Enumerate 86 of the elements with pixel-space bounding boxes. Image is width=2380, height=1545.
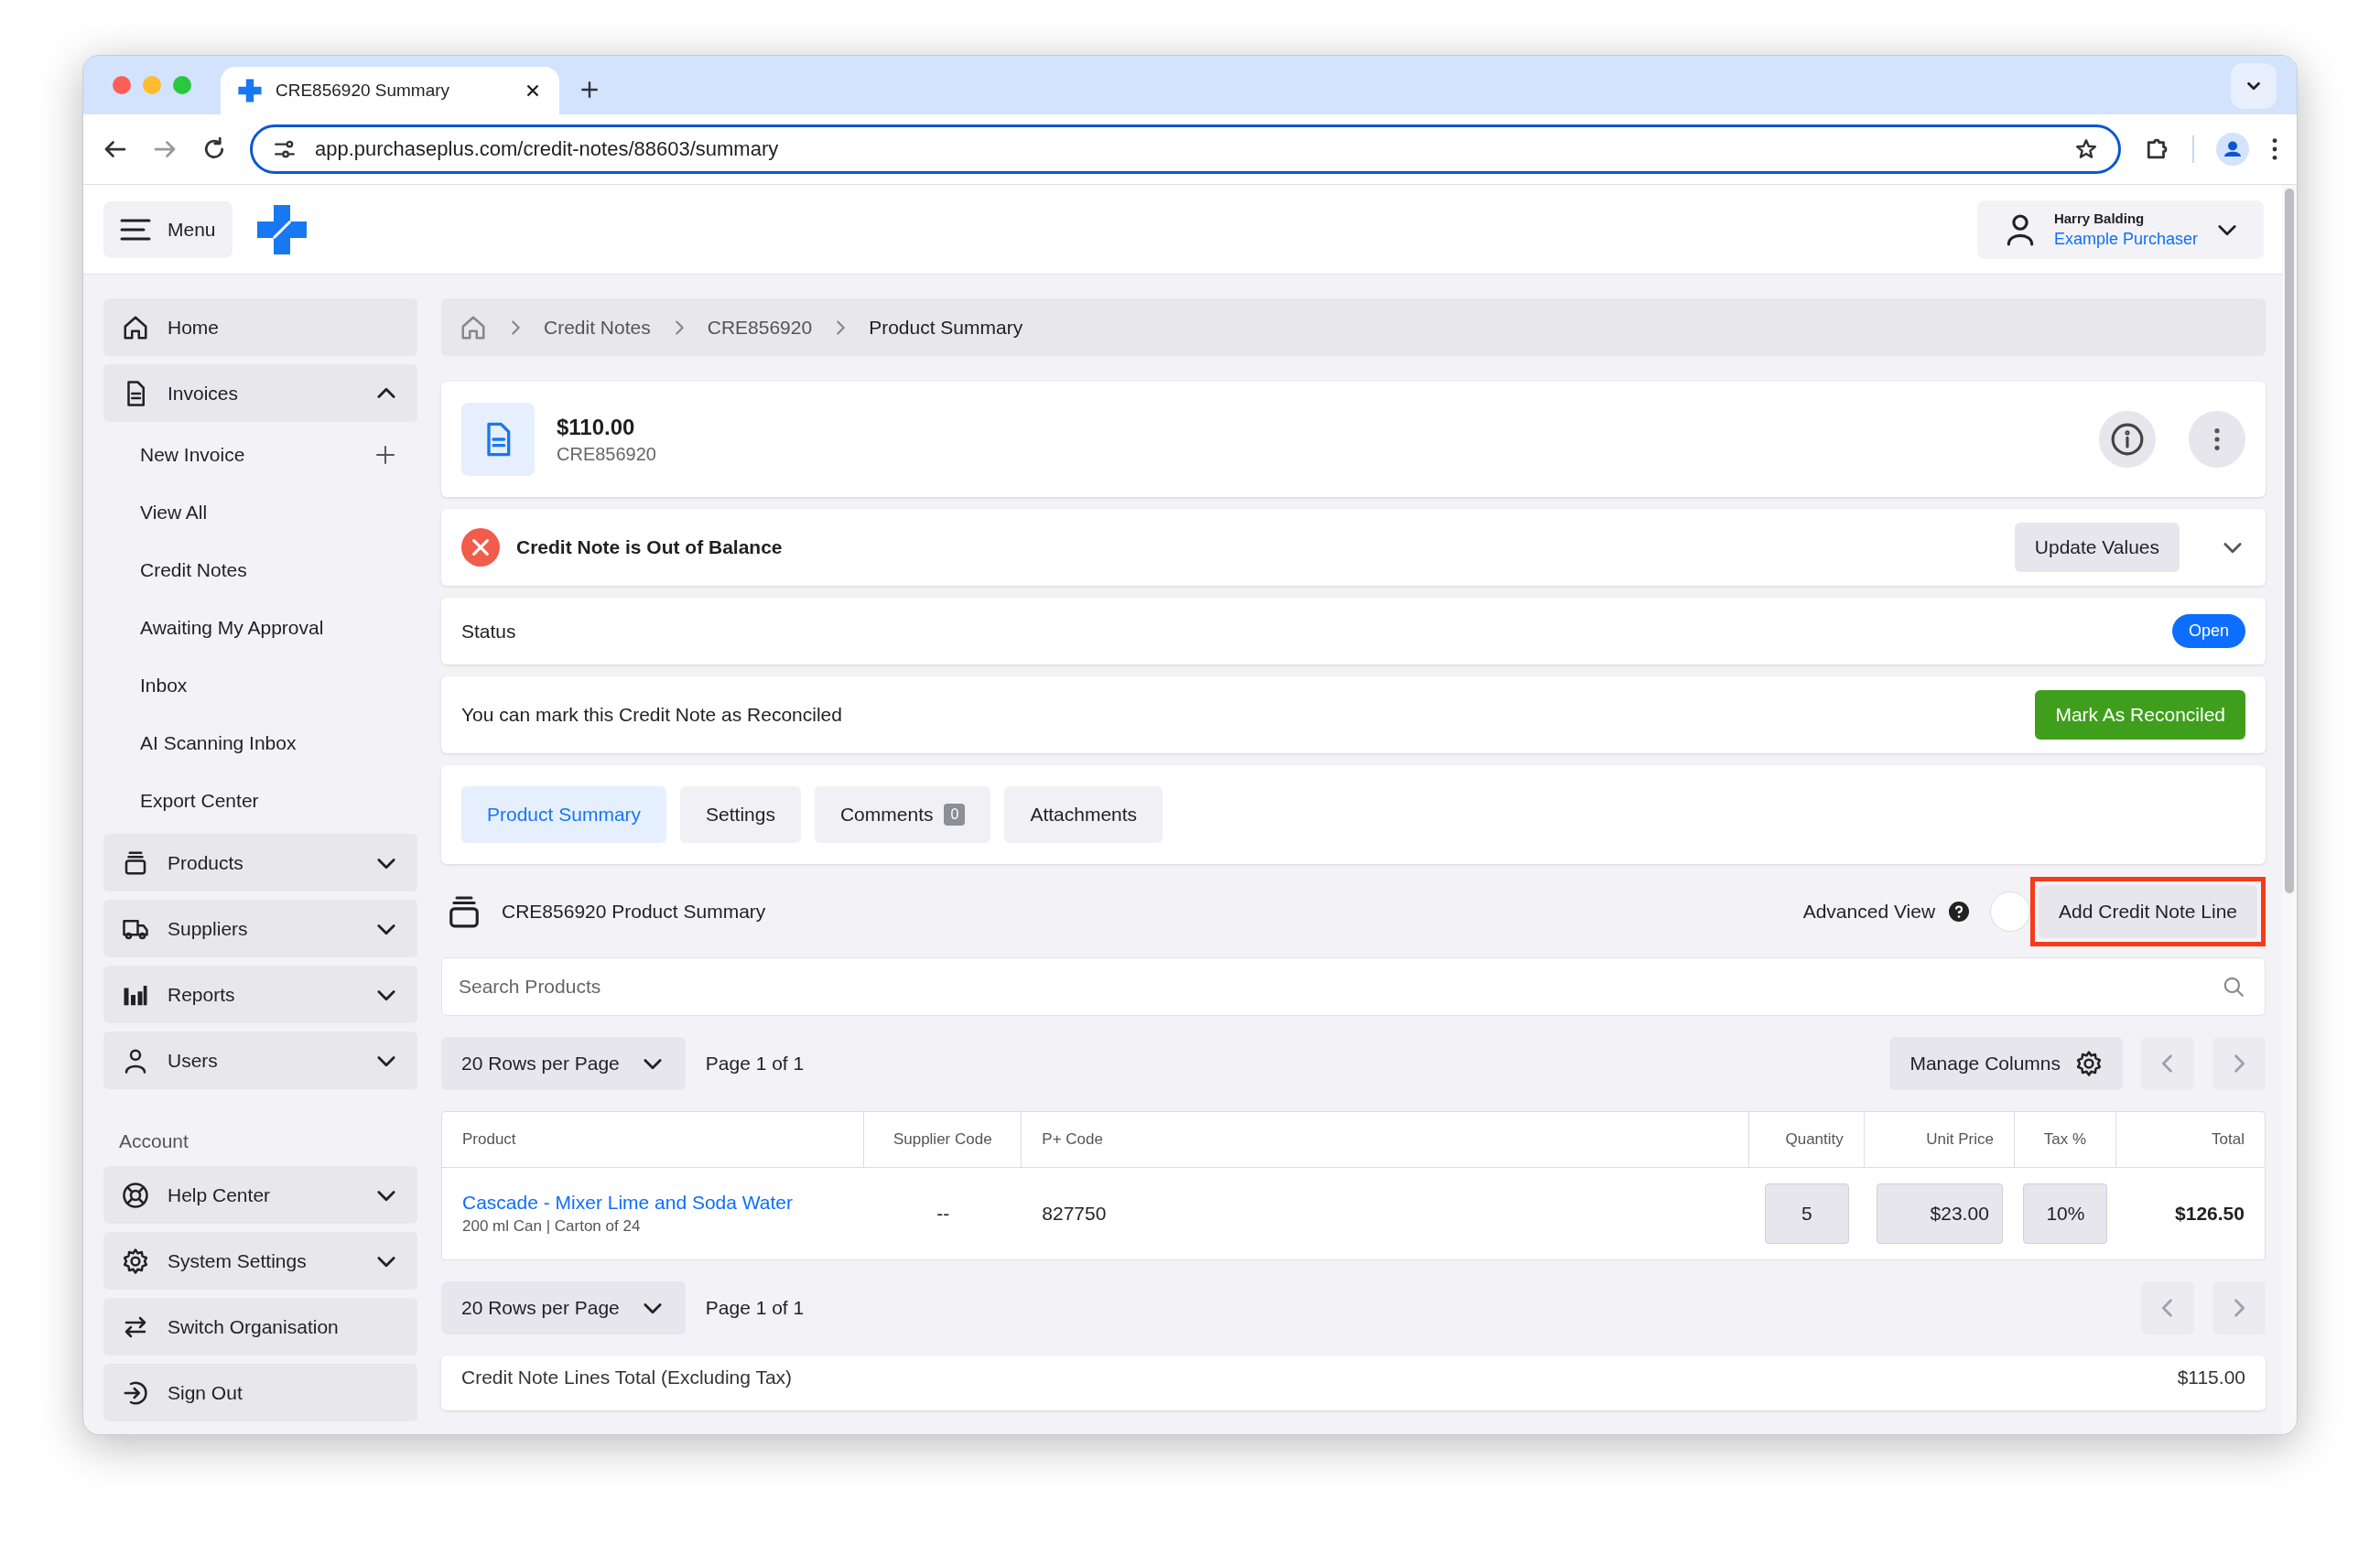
quantity-field[interactable]: 5 (1764, 1183, 1849, 1244)
stack-icon (447, 894, 481, 929)
address-bar[interactable]: app.purchaseplus.com/credit-notes/88603/summary (250, 124, 2121, 174)
column-header: Product (442, 1112, 865, 1167)
error-icon (461, 528, 500, 567)
sidebar-subitem[interactable]: View All (103, 488, 417, 537)
credit-note-code: CRE856920 (557, 443, 656, 465)
sidebar-item[interactable]: System Settings (103, 1232, 417, 1290)
credit-note-amount: $110.00 (557, 414, 636, 440)
sidebar-subitem[interactable]: AI Scanning Inbox (103, 718, 417, 768)
profile-icon[interactable] (2216, 133, 2249, 166)
advanced-view-toggle[interactable] (1990, 891, 2031, 932)
tab[interactable]: Comments 0 (814, 786, 991, 843)
totals-value: $115.00 (2177, 1367, 2245, 1388)
section-title: CRE856920 Product Summary (502, 901, 766, 923)
sidebar-item[interactable]: Home (103, 298, 417, 356)
sidebar-item[interactable]: Sign Out (103, 1364, 417, 1421)
status-badge: Open (2171, 614, 2245, 648)
settings-icon (2075, 1050, 2103, 1077)
browser-tab[interactable]: CRE856920 Summary (221, 67, 559, 114)
column-header: Quantity (1748, 1112, 1865, 1167)
sidebar-item[interactable]: Help Center (103, 1166, 417, 1224)
close-window-button[interactable] (113, 76, 131, 94)
status-label: Status (461, 620, 516, 643)
sidebar-subitem[interactable]: Credit Notes (103, 546, 417, 595)
column-header: Total (2211, 1129, 2245, 1150)
update-values-button[interactable]: Update Values (2014, 523, 2180, 572)
cross-logo-icon (237, 78, 263, 103)
sidebar-subitem[interactable]: Inbox (103, 661, 417, 710)
document-icon (461, 403, 535, 476)
column-header: P+ Code (1022, 1112, 1749, 1167)
tax-field[interactable]: 10% (2023, 1183, 2108, 1244)
search-field[interactable]: Search Products (441, 957, 2266, 1016)
settings-icon (122, 1247, 149, 1275)
sidebar-item[interactable]: Invoices (103, 364, 417, 422)
rows-per-page-dropdown[interactable]: 20 Rows per Page (441, 1037, 686, 1090)
user-role: Example Purchaser (2053, 229, 2198, 249)
sidebar-subitem[interactable]: Awaiting My Approval (103, 603, 417, 653)
add-credit-note-line-button[interactable]: Add Credit Note Line (2039, 885, 2257, 938)
user-name: Harry Balding (2053, 210, 2146, 226)
sidebar-item[interactable]: Reports (103, 966, 417, 1023)
table-cell: -- (936, 1203, 950, 1225)
more-icon (2213, 427, 2221, 452)
star-icon[interactable] (2074, 137, 2098, 161)
search-icon (2222, 975, 2245, 999)
sidebar-item[interactable]: Switch Organisation (103, 1298, 417, 1356)
column-header: Unit Price (1864, 1112, 2015, 1167)
manage-columns-button[interactable]: Manage Columns (1889, 1037, 2123, 1090)
lifebuoy-icon (122, 1181, 149, 1209)
page-indicator: Page 1 of 1 (705, 1053, 805, 1075)
tab-title: CRE856920 Summary (276, 81, 451, 101)
advanced-view-label: Advanced View (1802, 901, 1936, 923)
more-icon[interactable] (2271, 136, 2278, 162)
unit-price-field[interactable]: $23.00 (1876, 1183, 2003, 1244)
rows-per-page-dropdown[interactable]: 20 Rows per Page (441, 1281, 686, 1334)
user-menu[interactable]: Harry Balding Example Purchaser (1976, 200, 2264, 259)
sidebar-item[interactable]: Suppliers (103, 900, 417, 957)
column-header: Tax % (2014, 1112, 2116, 1167)
sidebar-item[interactable]: Users (103, 1032, 417, 1089)
totals-label: Credit Note Lines Total (Excluding Tax) (461, 1367, 793, 1388)
tab[interactable]: Settings (680, 786, 801, 843)
reconcile-message: You can mark this Credit Note as Reconciled (461, 704, 842, 726)
plus-icon (373, 443, 397, 467)
menu-icon (120, 217, 151, 242)
balance-alert-message: Credit Note is Out of Balance (516, 536, 783, 558)
product-details: 200 ml Can | Carton of 24 (462, 1217, 641, 1236)
column-header: Supplier Code (864, 1112, 1022, 1167)
breadcrumb-link[interactable]: Product Summary (869, 316, 1023, 339)
breadcrumb-link[interactable]: CRE856920 (707, 316, 813, 339)
tab[interactable]: Product Summary (461, 786, 667, 843)
section-label: Account (118, 1129, 189, 1153)
breadcrumb-link[interactable]: Credit Notes (544, 316, 651, 339)
sidebar-subitem[interactable]: New Invoice (103, 430, 417, 480)
product-link[interactable]: Cascade - Mixer Lime and Soda Water (462, 1192, 794, 1214)
page-indicator: Page 1 of 1 (705, 1297, 805, 1319)
info-icon (2110, 422, 2145, 457)
tab[interactable]: Attachments (1004, 786, 1163, 843)
scrollbar[interactable] (2285, 189, 2294, 893)
help-icon[interactable] (1948, 901, 1971, 923)
sidebar-subitem[interactable]: Export Center (103, 776, 417, 826)
sidebar-item[interactable]: Products (103, 834, 417, 891)
table-cell: $126.50 (2175, 1203, 2245, 1225)
table-cell: 827750 (1042, 1203, 1107, 1225)
sign-out-icon (122, 1378, 149, 1407)
menu-button[interactable]: Menu (103, 200, 233, 258)
count-badge: 0 (944, 804, 966, 826)
